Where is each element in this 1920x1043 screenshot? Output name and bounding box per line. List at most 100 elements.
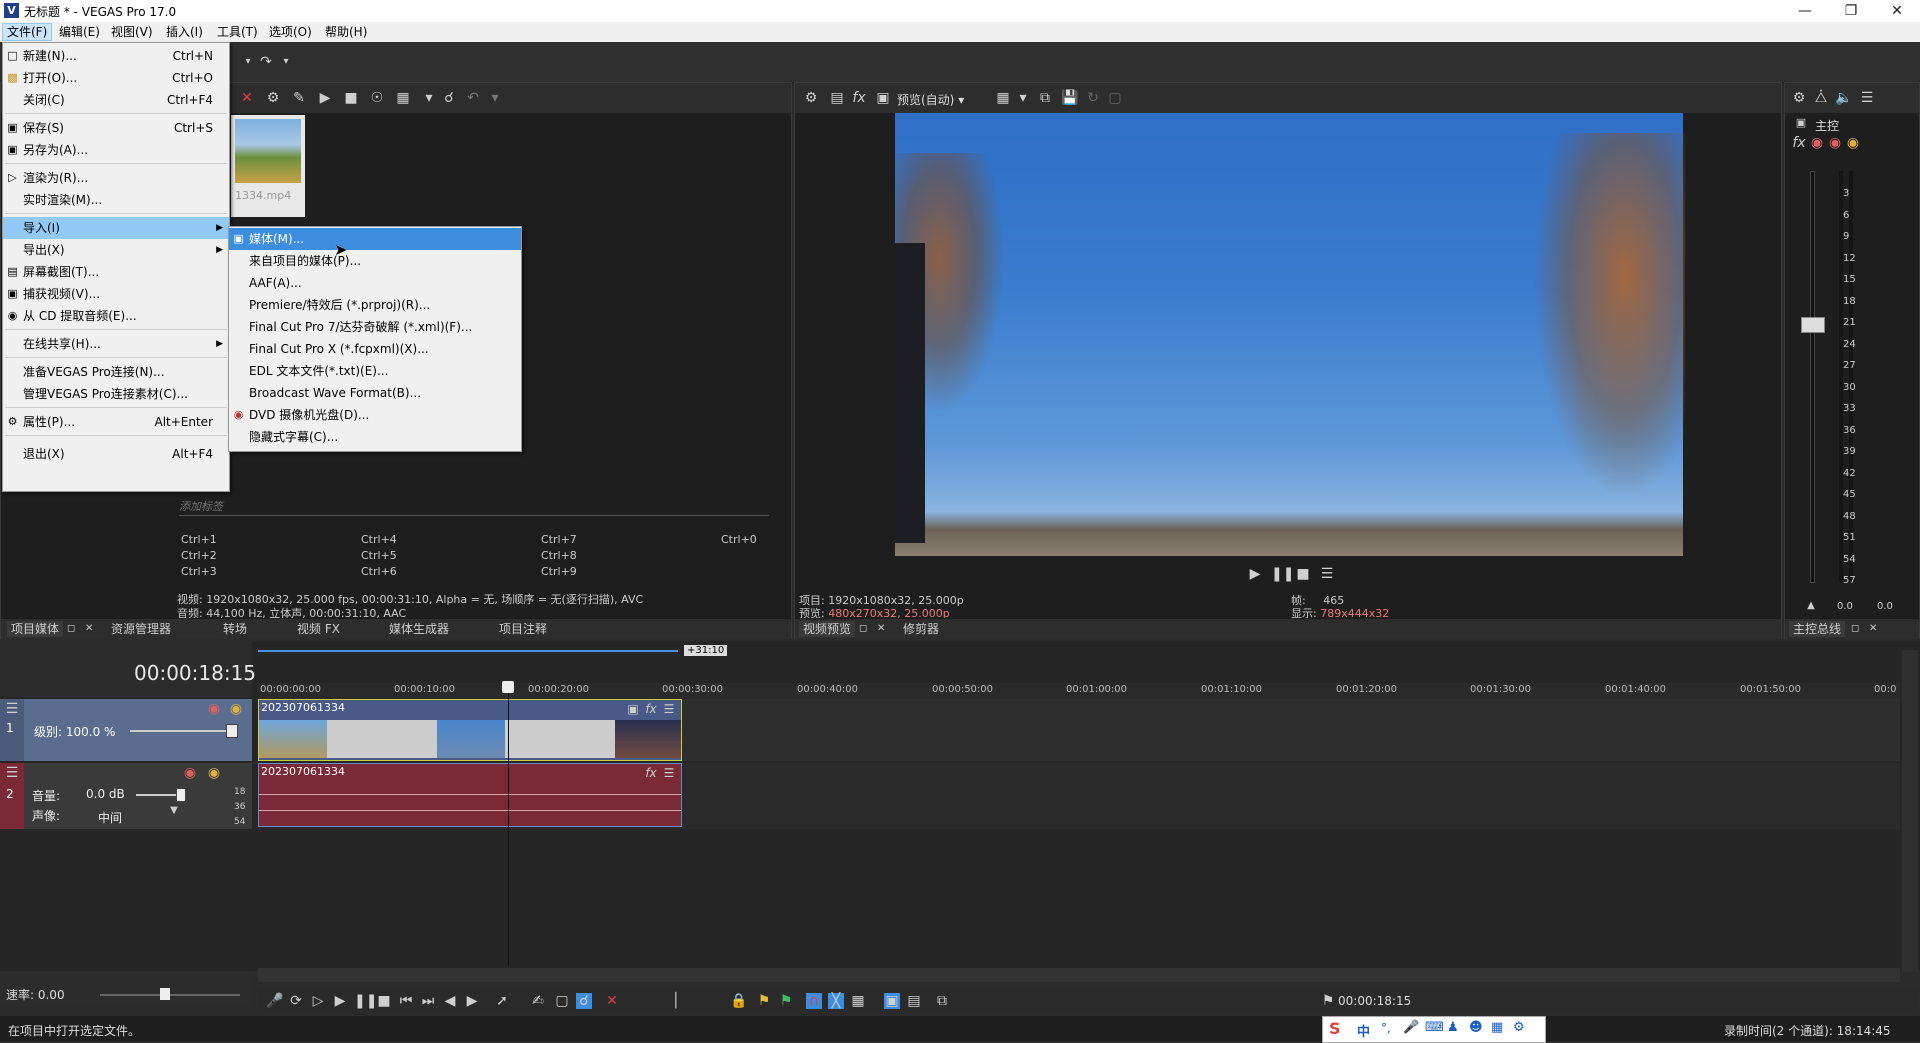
downmix-icon[interactable]: ⧊ xyxy=(1813,90,1829,106)
shortcut-ctrl3[interactable]: Ctrl+3 xyxy=(181,565,217,578)
import-media[interactable]: ▣ 媒体(M)... xyxy=(229,228,521,250)
selection-tool-icon[interactable]: ▢ xyxy=(554,993,570,1009)
envelope-tool-icon[interactable]: ✍ xyxy=(530,993,546,1009)
track-menu-icon[interactable]: ☰ xyxy=(4,701,20,717)
save-snapshot-icon[interactable]: 💾 xyxy=(1061,90,1078,106)
shortcut-ctrl1[interactable]: Ctrl+1 xyxy=(181,533,217,546)
menu-view[interactable]: 视图(V) xyxy=(107,24,157,40)
tab-master-bus[interactable]: 主控总线 xyxy=(1789,621,1846,637)
tab-project-media[interactable]: 项目媒体 xyxy=(7,621,64,637)
region-icon[interactable]: ⚑ xyxy=(778,993,794,1009)
marker-icon[interactable]: ⚑ xyxy=(756,993,772,1009)
ime-punctuation-icon[interactable]: °, xyxy=(1381,1021,1391,1035)
preview-menu-icon[interactable]: ☰ xyxy=(1319,566,1335,582)
undo-dropdown-icon[interactable]: ▾ xyxy=(240,54,256,70)
level-slider-track[interactable] xyxy=(130,730,230,732)
maximize-icon[interactable]: ❐ xyxy=(1828,0,1874,22)
clip-menu-icon[interactable]: ☰ xyxy=(661,701,677,717)
crop-icon[interactable]: ▣ xyxy=(625,701,641,717)
tab-close-icon[interactable]: ✕ xyxy=(1869,621,1877,637)
file-menu-properties[interactable]: ⚙ 属性(P)... Alt+Enter xyxy=(3,411,229,433)
file-menu-prepare-connect[interactable]: 准备VEGAS Pro连接(N)... xyxy=(3,361,229,383)
preview-settings-gear-icon[interactable]: ⚙ xyxy=(803,90,819,106)
video-fx-icon[interactable]: fx xyxy=(851,90,867,106)
preview-stop-icon[interactable]: ■ xyxy=(1295,566,1311,582)
track-solo-icon[interactable]: ◉ xyxy=(228,701,244,717)
audio-clip-fx-icon[interactable]: fx xyxy=(643,765,659,781)
ime-settings-icon[interactable]: ⚙ xyxy=(1513,1020,1525,1035)
menu-tools[interactable]: 工具(T) xyxy=(213,24,262,40)
import-edl[interactable]: EDL 文本文件(*.txt)(E)... xyxy=(229,360,521,382)
fader-lock-icon[interactable]: ▲ xyxy=(1803,598,1819,614)
file-menu-render-as[interactable]: ▷ 渲染为(R)... xyxy=(3,167,229,189)
menu-file[interactable]: 文件(F) xyxy=(2,23,53,41)
master-fx-icon[interactable]: fx xyxy=(1791,135,1807,151)
import-fcpx[interactable]: Final Cut Pro X (*.fcpxml)(X)... xyxy=(229,338,521,360)
track-mute-icon[interactable]: ◉ xyxy=(182,765,198,781)
ime-skin-icon[interactable]: ♟ xyxy=(1447,1020,1459,1035)
master-fader-track[interactable] xyxy=(1810,171,1815,583)
ime-keyboard-icon[interactable]: ⌨ xyxy=(1425,1020,1444,1035)
ime-emoji-icon[interactable]: ☻ xyxy=(1469,1020,1483,1035)
file-menu-manage-connect[interactable]: 管理VEGAS Pro连接素材(C)... xyxy=(3,383,229,405)
file-menu-import[interactable]: 导入(I) ▶ xyxy=(3,217,229,239)
tab-project-notes[interactable]: 项目注释 xyxy=(499,621,547,637)
file-menu-close[interactable]: 关闭(C) Ctrl+F4 xyxy=(3,89,229,111)
video-clip[interactable]: 202307061334 ▣ fx ☰ xyxy=(258,699,682,761)
close-icon[interactable]: ✕ xyxy=(1874,0,1920,22)
import-closed-captions[interactable]: 隐藏式字幕(C)... xyxy=(229,426,521,448)
ime-toolbox-icon[interactable]: ▦ xyxy=(1491,1020,1503,1035)
zoom-tool-icon[interactable]: ☌ xyxy=(576,993,592,1009)
play-from-start-icon[interactable]: ▷ xyxy=(310,993,326,1009)
playhead-marker-icon[interactable] xyxy=(502,681,514,693)
overlays-grid-icon[interactable]: ▦ xyxy=(995,90,1011,106)
file-menu-new[interactable]: □ 新建(N)... Ctrl+N xyxy=(3,45,229,67)
undo-media-icon[interactable]: ↶ xyxy=(465,90,481,106)
snapping-icon[interactable]: ∩ xyxy=(806,993,822,1009)
file-menu-extract-cd[interactable]: ◉ 从 CD 提取音频(E)... xyxy=(3,305,229,327)
master-solo-icon[interactable]: ◉ xyxy=(1845,135,1861,151)
file-menu-open[interactable]: ▩ 打开(O)... Ctrl+O xyxy=(3,67,229,89)
timeline-vscrollbar[interactable] xyxy=(1902,650,1918,972)
playhead-line[interactable] xyxy=(508,684,509,966)
go-to-end-icon[interactable]: ⏭ xyxy=(420,993,436,1009)
tab-media-generators[interactable]: 媒体生成器 xyxy=(389,621,449,637)
stop-icon[interactable]: ■ xyxy=(376,993,392,1009)
external-monitor-icon[interactable]: ▢ xyxy=(1107,90,1123,106)
prev-frame-icon[interactable]: ◀ xyxy=(442,993,458,1009)
minimize-icon[interactable]: — xyxy=(1782,0,1828,22)
tab-undock-icon[interactable]: ◻ xyxy=(1851,621,1859,637)
ignore-grouping-icon[interactable]: ▤ xyxy=(906,993,922,1009)
audio-clip[interactable]: 202307061334 fx ☰ xyxy=(258,763,682,827)
menu-edit[interactable]: 编辑(E) xyxy=(55,24,104,40)
clip-fx-icon[interactable]: fx xyxy=(643,701,659,717)
tab-undock-icon[interactable]: ◻ xyxy=(859,621,867,637)
media-fx-icon[interactable]: ✎ xyxy=(291,90,307,106)
normal-edit-tool-icon[interactable]: ➚ xyxy=(494,993,510,1009)
video-frame[interactable] xyxy=(895,113,1685,556)
menu-insert[interactable]: 插入(I) xyxy=(162,24,207,40)
import-premiere[interactable]: Premiere/特效后 (*.prproj)(R)... xyxy=(229,294,521,316)
shortcut-ctrl4[interactable]: Ctrl+4 xyxy=(361,533,397,546)
tab-explorer[interactable]: 资源管理器 xyxy=(111,621,171,637)
master-mute-icon[interactable]: ◉ xyxy=(1827,135,1843,151)
views-dropdown-icon[interactable]: ▾ xyxy=(421,90,437,106)
timeline-hscrollbar[interactable] xyxy=(258,968,1900,982)
lock-icon[interactable]: 🔒 xyxy=(730,993,747,1009)
file-menu-screen-capture[interactable]: ▤ 屏幕截图(T)... xyxy=(3,261,229,283)
shortcut-ctrl5[interactable]: Ctrl+5 xyxy=(361,549,397,562)
preview-overlay-icon[interactable]: ▣ xyxy=(875,90,891,106)
tab-video-fx[interactable]: 视频 FX xyxy=(297,621,340,637)
shortcut-ctrl0[interactable]: Ctrl+0 xyxy=(721,533,757,546)
remove-icon[interactable]: ✕ xyxy=(239,90,255,106)
tab-close-icon[interactable]: ✕ xyxy=(85,621,93,637)
pause-icon[interactable]: ❚❚ xyxy=(354,993,377,1009)
import-aaf[interactable]: AAF(A)... xyxy=(229,272,521,294)
master-settings-gear-icon[interactable]: ⚙ xyxy=(1791,90,1807,106)
mixer-icon[interactable]: ☰ xyxy=(1859,90,1875,106)
file-menu-exit[interactable]: 退出(X) Alt+F4 xyxy=(3,443,229,465)
ime-mode[interactable]: 中 xyxy=(1357,1021,1370,1040)
volume-slider-handle[interactable] xyxy=(176,788,186,802)
loop-playback-icon[interactable]: ⟳ xyxy=(288,993,304,1009)
undo-media-dropdown-icon[interactable]: ▾ xyxy=(487,90,503,106)
